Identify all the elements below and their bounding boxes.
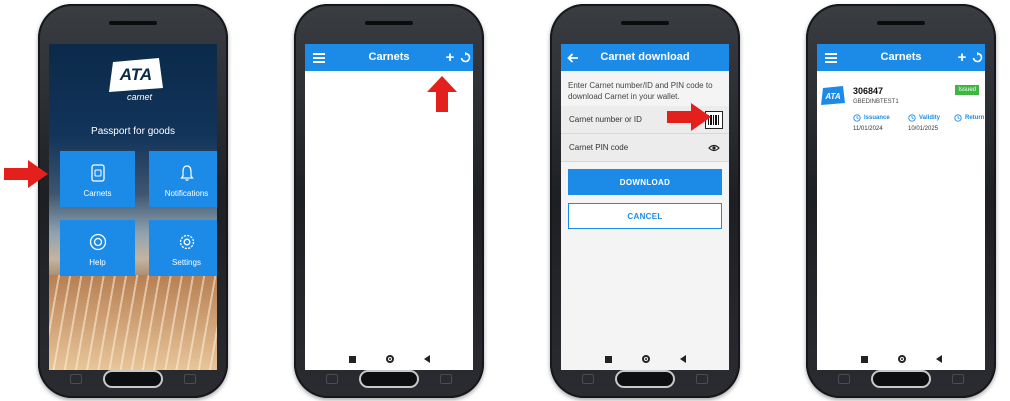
issuance-label: Issuance	[864, 115, 890, 121]
validity-label: Validity	[919, 115, 941, 121]
back-key[interactable]	[440, 374, 452, 384]
gear-icon	[179, 234, 194, 250]
carnet-number-placeholder: Carnet number or ID	[569, 115, 642, 124]
clock-icon	[853, 114, 861, 122]
clock-icon	[954, 114, 962, 122]
road-image	[49, 275, 217, 370]
intro-text: Enter Carnet number/ID and PIN code to d…	[568, 81, 713, 101]
home-nav-icon[interactable]	[897, 355, 906, 363]
recent-apps-key[interactable]	[70, 374, 82, 384]
recent-apps-key[interactable]	[582, 374, 594, 384]
download-screen: Carnet download Enter Carnet number/ID a…	[561, 44, 729, 370]
tagline: Passport for goods	[91, 126, 175, 137]
return-label: Return	[965, 115, 985, 121]
status-badge: Issued	[955, 85, 979, 95]
back-key[interactable]	[696, 374, 708, 384]
bell-icon	[179, 165, 194, 181]
recent-apps-key[interactable]	[326, 374, 338, 384]
tile-label: Help	[89, 258, 106, 267]
ata-logo-small: ATA	[821, 86, 845, 105]
issuance-group: Issuance	[853, 114, 890, 122]
home-screen: ATA carnet Passport for goods Carnets No…	[49, 44, 217, 370]
back-nav-icon[interactable]	[679, 355, 686, 363]
tile-help[interactable]: Help	[60, 220, 135, 276]
validity-date: 10/01/2025	[908, 126, 939, 132]
android-nav-bar	[561, 348, 729, 370]
home-button[interactable]	[103, 370, 163, 388]
speaker	[365, 21, 413, 25]
red-arrow-right	[4, 160, 48, 188]
home-nav-icon[interactable]	[385, 355, 394, 363]
home-button[interactable]	[359, 370, 419, 388]
android-nav-bar	[305, 348, 473, 370]
speaker	[109, 21, 157, 25]
logo-text: ATA	[119, 65, 152, 84]
tile-label: Carnets	[83, 189, 112, 198]
logo-sub: carnet	[127, 92, 153, 102]
carnet-pin-field[interactable]: Carnet PIN code	[561, 134, 729, 162]
return-group: Return	[954, 114, 984, 122]
recents-nav-icon[interactable]	[348, 355, 356, 363]
add-icon[interactable]: +	[443, 44, 457, 71]
logo-text: ATA	[824, 92, 840, 101]
phone-frame-carnets-empty: Carnets +	[294, 4, 484, 398]
tile-label: Settings	[172, 258, 201, 267]
app-bar: Carnet download	[561, 44, 729, 71]
red-arrow-right	[667, 103, 711, 131]
home-nav-icon[interactable]	[641, 355, 650, 363]
carnet-list-screen: Carnets + ATA 306847 GBEDINBTEST1 Issued…	[817, 44, 985, 370]
cancel-button[interactable]: CANCEL	[568, 203, 722, 229]
ata-logo: ATA	[107, 58, 165, 94]
document-icon	[90, 164, 105, 182]
download-button[interactable]: DOWNLOAD	[568, 169, 722, 195]
phone-frame-home: ATA carnet Passport for goods Carnets No…	[38, 4, 228, 398]
recents-nav-icon[interactable]	[860, 355, 868, 363]
red-arrow-up	[427, 76, 457, 112]
carnet-number: 306847	[853, 86, 884, 96]
clock-icon	[908, 114, 916, 122]
home-button[interactable]	[615, 370, 675, 388]
tile-settings[interactable]: Settings	[149, 220, 217, 276]
phone-frame-download: Carnet download Enter Carnet number/ID a…	[550, 4, 740, 398]
recents-nav-icon[interactable]	[604, 355, 612, 363]
download-label: DOWNLOAD	[619, 177, 671, 187]
sync-icon[interactable]	[458, 44, 472, 71]
android-nav-bar	[817, 348, 985, 370]
lifebuoy-icon	[89, 233, 106, 251]
add-icon[interactable]: +	[955, 44, 969, 71]
back-nav-icon[interactable]	[423, 355, 430, 363]
eye-icon[interactable]	[708, 143, 720, 153]
tile-label: Notifications	[164, 189, 209, 198]
cancel-label: CANCEL	[627, 211, 663, 221]
sync-icon[interactable]	[970, 44, 984, 71]
back-nav-icon[interactable]	[935, 355, 942, 363]
back-key[interactable]	[184, 374, 196, 384]
page-title: Carnet download	[600, 51, 690, 63]
back-key[interactable]	[952, 374, 964, 384]
home-button[interactable]	[871, 370, 931, 388]
carnet-holder: GBEDINBTEST1	[853, 99, 899, 105]
phone-frame-carnet-list: Carnets + ATA 306847 GBEDINBTEST1 Issued…	[806, 4, 996, 398]
issuance-date: 11/01/2024	[853, 126, 883, 132]
tile-notifications[interactable]: Notifications	[149, 151, 217, 207]
tile-carnets[interactable]: Carnets	[60, 151, 135, 207]
speaker	[621, 21, 669, 25]
recent-apps-key[interactable]	[838, 374, 850, 384]
app-bar: Carnets +	[817, 44, 985, 71]
speaker	[877, 21, 925, 25]
carnet-card[interactable]: ATA 306847 GBEDINBTEST1 Issued Issuance …	[817, 77, 985, 139]
validity-group: Validity	[908, 114, 940, 122]
carnet-pin-placeholder: Carnet PIN code	[569, 143, 629, 152]
app-bar: Carnets +	[305, 44, 473, 71]
